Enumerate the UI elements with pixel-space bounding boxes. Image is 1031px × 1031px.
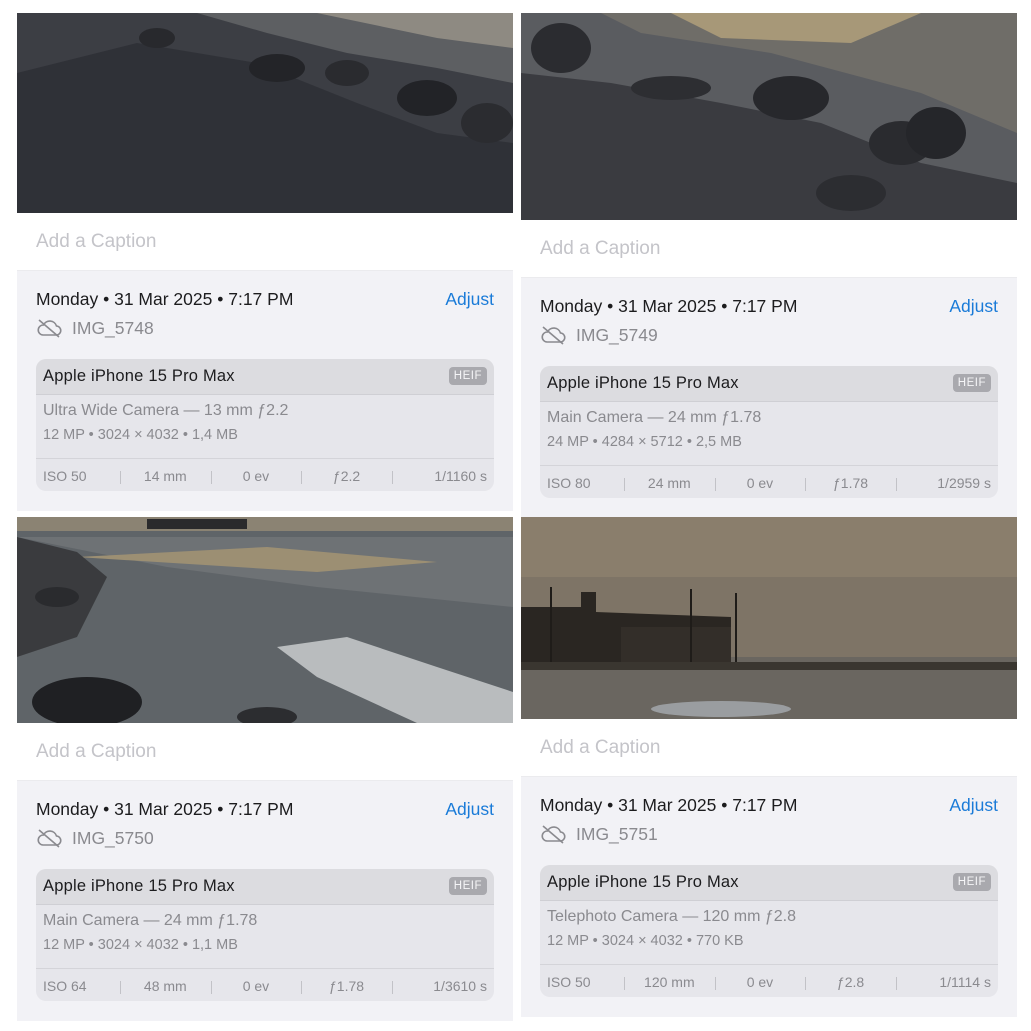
exif-row: ISO 50 120 mm 0 ev ƒ2.8 1/1114 s <box>540 964 998 997</box>
iso-value: ISO 80 <box>547 474 591 491</box>
photo-card-3: Add a Caption Monday • 31 Mar 2025 • 7:1… <box>17 517 513 1021</box>
device-name: Apple iPhone 15 Pro Max <box>547 374 739 392</box>
aperture-value: ƒ2.8 <box>805 974 896 990</box>
exposure-value: 0 ev <box>714 475 806 491</box>
cloud-off-icon <box>541 825 566 844</box>
date-time: Monday • 31 Mar 2025 • 7:17 PM <box>540 795 798 815</box>
focal-length: 48 mm <box>120 978 211 994</box>
iso-value: ISO 50 <box>547 973 591 990</box>
date-time: Monday • 31 Mar 2025 • 7:17 PM <box>36 289 294 309</box>
adjust-button[interactable]: Adjust <box>949 296 998 317</box>
iso-value: ISO 50 <box>43 467 87 484</box>
info-panel: Monday • 31 Mar 2025 • 7:17 PM Adjust IM… <box>521 278 1017 518</box>
focal-length: 14 mm <box>120 468 211 484</box>
filename: IMG_5749 <box>576 324 658 345</box>
lens-info: Main Camera — 24 mm ƒ1.78 <box>43 912 258 929</box>
cloud-off-icon <box>37 319 62 338</box>
iso-value: ISO 64 <box>43 977 87 994</box>
exposure-value: 0 ev <box>210 468 302 484</box>
camera-metadata: Apple iPhone 15 Pro Max HEIF Ultra Wide … <box>36 359 494 491</box>
focal-length: 24 mm <box>624 475 715 491</box>
info-panel: Monday • 31 Mar 2025 • 7:17 PM Adjust IM… <box>521 777 1017 1017</box>
filename-row: IMG_5749 <box>540 324 658 346</box>
lens-info: Ultra Wide Camera — 13 mm ƒ2.2 <box>43 402 289 419</box>
photo-thumbnail[interactable] <box>521 517 1017 719</box>
cloud-off-icon <box>37 829 62 848</box>
exposure-value: 0 ev <box>714 974 806 990</box>
info-panel: Monday • 31 Mar 2025 • 7:17 PM Adjust IM… <box>17 271 513 511</box>
format-badge: HEIF <box>952 374 991 392</box>
date-time: Monday • 31 Mar 2025 • 7:17 PM <box>540 296 798 316</box>
caption-input[interactable]: Add a Caption <box>521 220 1017 278</box>
aperture-value: ƒ2.2 <box>301 468 392 484</box>
photo-card-2: Add a Caption Monday • 31 Mar 2025 • 7:1… <box>521 13 1017 518</box>
exposure-value: 0 ev <box>210 978 302 994</box>
photo-thumbnail[interactable] <box>17 13 513 213</box>
shutter-speed: 1/1114 s <box>895 974 998 990</box>
image-specs: 24 MP • 4284 × 5712 • 2,5 MB <box>547 434 742 450</box>
filename: IMG_5751 <box>576 823 658 844</box>
caption-input[interactable]: Add a Caption <box>17 723 513 781</box>
date-time: Monday • 31 Mar 2025 • 7:17 PM <box>36 799 294 819</box>
aperture-value: ƒ1.78 <box>301 978 392 994</box>
photo-thumbnail[interactable] <box>17 517 513 723</box>
lens-info: Main Camera — 24 mm ƒ1.78 <box>547 409 762 426</box>
shutter-speed: 1/3610 s <box>391 978 494 994</box>
format-badge: HEIF <box>952 873 991 891</box>
adjust-button[interactable]: Adjust <box>949 795 998 816</box>
filename: IMG_5750 <box>72 827 154 848</box>
cloud-off-icon <box>541 326 566 345</box>
device-name: Apple iPhone 15 Pro Max <box>43 877 235 895</box>
filename-row: IMG_5750 <box>36 827 154 849</box>
caption-input[interactable]: Add a Caption <box>521 719 1017 777</box>
exif-row: ISO 50 14 mm 0 ev ƒ2.2 1/1160 s <box>36 458 494 491</box>
shutter-speed: 1/1160 s <box>391 468 494 484</box>
info-panel: Monday • 31 Mar 2025 • 7:17 PM Adjust IM… <box>17 781 513 1021</box>
image-specs: 12 MP • 3024 × 4032 • 1,1 MB <box>43 937 238 953</box>
focal-length: 120 mm <box>624 974 715 990</box>
exif-row: ISO 64 48 mm 0 ev ƒ1.78 1/3610 s <box>36 968 494 1001</box>
lens-info: Telephoto Camera — 120 mm ƒ2.8 <box>547 908 797 925</box>
filename-row: IMG_5751 <box>540 823 658 845</box>
image-specs: 12 MP • 3024 × 4032 • 1,4 MB <box>43 427 238 443</box>
photo-card-1: Add a Caption Monday • 31 Mar 2025 • 7:1… <box>17 13 513 511</box>
camera-metadata: Apple iPhone 15 Pro Max HEIF Telephoto C… <box>540 865 998 997</box>
shutter-speed: 1/2959 s <box>895 475 998 491</box>
format-badge: HEIF <box>448 367 487 385</box>
filename: IMG_5748 <box>72 317 154 338</box>
camera-metadata: Apple iPhone 15 Pro Max HEIF Main Camera… <box>36 869 494 1001</box>
exif-row: ISO 80 24 mm 0 ev ƒ1.78 1/2959 s <box>540 465 998 498</box>
adjust-button[interactable]: Adjust <box>445 289 494 310</box>
device-name: Apple iPhone 15 Pro Max <box>43 367 235 385</box>
photo-thumbnail[interactable] <box>521 13 1017 220</box>
adjust-button[interactable]: Adjust <box>445 799 494 820</box>
format-badge: HEIF <box>448 877 487 895</box>
filename-row: IMG_5748 <box>36 317 154 339</box>
aperture-value: ƒ1.78 <box>805 475 896 491</box>
device-name: Apple iPhone 15 Pro Max <box>547 873 739 891</box>
caption-input[interactable]: Add a Caption <box>17 213 513 271</box>
image-specs: 12 MP • 3024 × 4032 • 770 KB <box>547 933 744 949</box>
photo-card-4: Add a Caption Monday • 31 Mar 2025 • 7:1… <box>521 517 1017 1017</box>
camera-metadata: Apple iPhone 15 Pro Max HEIF Main Camera… <box>540 366 998 498</box>
